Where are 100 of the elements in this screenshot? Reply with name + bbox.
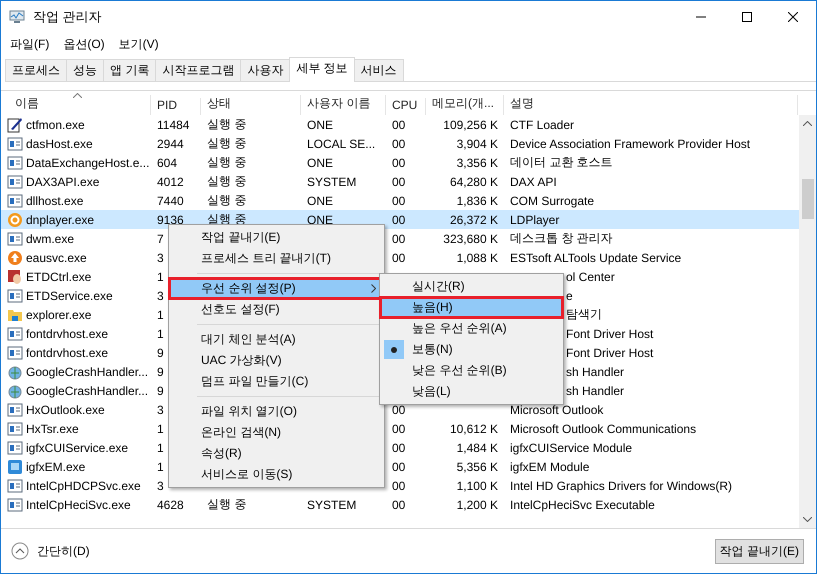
- tab[interactable]: 서비스: [354, 59, 404, 81]
- tab[interactable]: 사용자: [240, 59, 290, 81]
- tab[interactable]: 성능: [66, 59, 104, 81]
- submenu-item[interactable]: 보통(N): [380, 339, 563, 360]
- tab[interactable]: 앱 기록: [103, 59, 156, 81]
- table-cell[interactable]: ETDService.exe: [26, 288, 113, 302]
- table-cell[interactable]: dwm.exe: [26, 232, 74, 246]
- table-cell: 00: [392, 212, 406, 226]
- maximize-icon[interactable]: [742, 12, 752, 22]
- table-cell: 26,372 K: [450, 212, 498, 226]
- scroll-bar[interactable]: [799, 115, 816, 528]
- table-cell: 00: [392, 250, 406, 264]
- menu-item[interactable]: 보기(V): [118, 36, 159, 52]
- table-cell: ol Center: [566, 270, 615, 284]
- table-cell: SYSTEM: [307, 498, 356, 512]
- table-cell[interactable]: GoogleCrashHandler...: [26, 364, 148, 378]
- context-menu-item[interactable]: 온라인 검색(N): [169, 422, 384, 443]
- table-cell[interactable]: DataExchangeHost.e...: [26, 156, 150, 170]
- globe-icon: [7, 382, 23, 398]
- window-icon: [7, 154, 23, 170]
- table-cell: CTF Loader: [510, 118, 574, 132]
- window-icon: [7, 288, 23, 304]
- tab[interactable]: 프로세스: [5, 59, 67, 81]
- menu-item[interactable]: 옵션(O): [63, 36, 105, 52]
- table-cell: 9136: [157, 212, 184, 226]
- table-cell: 1: [157, 326, 164, 340]
- table-cell[interactable]: IntelCpHDCPSvc.exe: [26, 478, 141, 492]
- submenu-item[interactable]: 낮은 우선 순위(B): [380, 360, 563, 381]
- column-header[interactable]: 메모리(개...: [426, 95, 504, 115]
- window-icon: [7, 402, 23, 418]
- table-cell: 1,200 K: [456, 498, 498, 512]
- table-cell: 00: [392, 156, 406, 170]
- window-icon: [7, 440, 23, 456]
- column-header[interactable]: CPU: [386, 98, 426, 115]
- table-cell: Font Driver Host: [566, 346, 654, 360]
- table-cell: Intel HD Graphics Drivers for Windows(R): [510, 478, 732, 492]
- column-header[interactable]: 상태: [201, 95, 301, 115]
- tab[interactable]: 세부 정보: [289, 57, 355, 82]
- table-cell: 00: [392, 194, 406, 208]
- table-cell: LDPlayer: [510, 212, 560, 226]
- table-cell: 탐색기: [566, 306, 602, 323]
- table-cell[interactable]: dllhost.exe: [26, 194, 84, 208]
- table-cell: 1,836 K: [456, 194, 498, 208]
- table-cell: 1: [157, 422, 164, 436]
- ring-icon: [7, 212, 23, 228]
- column-header[interactable]: 사용자 이름: [301, 95, 386, 115]
- collapse-icon[interactable]: [11, 542, 29, 560]
- table-cell[interactable]: HxTsr.exe: [26, 422, 79, 436]
- table-cell[interactable]: eausvc.exe: [26, 250, 87, 264]
- context-menu-item[interactable]: 파일 위치 열기(O): [169, 401, 384, 422]
- submenu-item[interactable]: 높은 우선 순위(A): [380, 318, 563, 339]
- window-icon: [7, 192, 23, 208]
- submenu-item[interactable]: 낮음(L): [380, 381, 563, 402]
- table-cell[interactable]: dnplayer.exe: [26, 212, 94, 226]
- table-cell: 11484: [157, 118, 190, 132]
- table-cell[interactable]: dasHost.exe: [26, 136, 93, 150]
- column-header[interactable]: 이름: [1, 95, 151, 115]
- table-cell[interactable]: igfxCUIService.exe: [26, 440, 128, 454]
- context-menu-item[interactable]: 속성(R): [169, 443, 384, 464]
- table-cell: LOCAL SE...: [307, 136, 376, 150]
- table-cell: 1: [157, 270, 164, 284]
- tab[interactable]: 시작프로그램: [155, 59, 242, 81]
- table-cell[interactable]: fontdrvhost.exe: [26, 326, 108, 340]
- table-cell: 00: [392, 460, 406, 474]
- globe-icon: [7, 364, 23, 380]
- collapse-link[interactable]: 간단히(D): [37, 542, 90, 560]
- table-cell: IntelCpHeciSvc Executable: [510, 498, 655, 512]
- sort-caret-icon: [73, 93, 82, 98]
- table-cell[interactable]: IntelCpHeciSvc.exe: [26, 498, 131, 512]
- window-icon: [7, 496, 23, 512]
- table-cell[interactable]: DAX3API.exe: [26, 174, 100, 188]
- table-cell: sh Handler: [566, 364, 624, 378]
- close-icon[interactable]: [788, 12, 798, 22]
- table-cell[interactable]: ETDCtrl.exe: [26, 270, 92, 284]
- table-cell[interactable]: fontdrvhost.exe: [26, 346, 108, 360]
- scroll-up-icon[interactable]: [803, 121, 812, 126]
- column-header[interactable]: PID: [151, 98, 201, 115]
- table-cell[interactable]: HxOutlook.exe: [26, 402, 105, 416]
- table-cell: SYSTEM: [307, 174, 356, 188]
- window-icon: [7, 420, 23, 436]
- submenu-item[interactable]: 높음(H): [380, 297, 563, 318]
- table-cell: ONE: [307, 118, 334, 132]
- context-menu-item[interactable]: 프로세스 트리 끝내기(T): [169, 248, 384, 269]
- menu-item[interactable]: 파일(F): [10, 36, 50, 52]
- table-cell[interactable]: igfxEM.exe: [26, 460, 86, 474]
- scroll-thumb[interactable]: [802, 179, 814, 219]
- table-cell[interactable]: ctfmon.exe: [26, 118, 85, 132]
- table-cell: 00: [392, 174, 406, 188]
- table-cell: 00: [392, 422, 406, 436]
- table-cell[interactable]: GoogleCrashHandler...: [26, 384, 148, 398]
- table-cell[interactable]: explorer.exe: [26, 308, 92, 322]
- table-cell: 9: [157, 384, 164, 398]
- end-task-button[interactable]: 작업 끝내기(E): [714, 538, 804, 564]
- table-cell: 실행 중: [207, 116, 246, 133]
- table-cell: igfxCUIService Module: [510, 440, 632, 454]
- table-cell: 604: [157, 156, 178, 170]
- column-header[interactable]: 설명: [504, 95, 798, 115]
- scroll-down-icon[interactable]: [803, 517, 812, 522]
- context-menu-item[interactable]: 서비스로 이동(S): [169, 464, 384, 485]
- context-menu-item[interactable]: 작업 끝내기(E): [169, 227, 384, 248]
